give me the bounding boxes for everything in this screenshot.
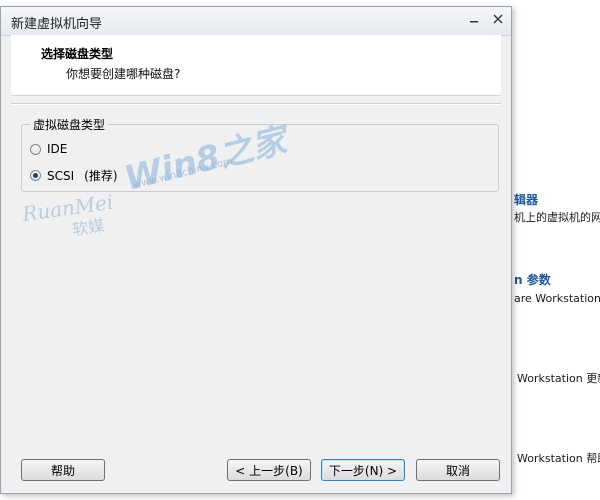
minimize-button[interactable] (463, 11, 485, 29)
background-text-network: 机上的虚拟机的网 (514, 211, 600, 224)
page-subtitle: 你想要创建哪种磁盘? (66, 67, 181, 81)
dialog-title: 新建虚拟机向导 (11, 17, 103, 32)
disk-type-group: 虚拟磁盘类型 IDE SCSI (推荐) (21, 116, 499, 192)
option-ide[interactable]: IDE (30, 142, 67, 156)
background-text-help: Workstation 帮助 (517, 452, 600, 465)
next-button[interactable]: 下一步(N) > (321, 459, 405, 481)
button-bar: 帮助 < 上一步(B) 下一步(N) > 取消 (11, 455, 501, 487)
option-scsi[interactable]: SCSI (推荐) (30, 167, 118, 184)
background-text-settings: are Workstation 设 (514, 292, 600, 305)
background-heading-params: n 参数 (514, 273, 551, 287)
wizard-header: 选择磁盘类型 你想要创建哪种磁盘? (11, 35, 501, 96)
close-icon (493, 14, 503, 24)
background-heading-editor: 辑器 (514, 193, 539, 207)
cancel-button[interactable]: 取消 (416, 459, 500, 481)
background-text-update: Workstation 更新 (517, 372, 600, 385)
radio-scsi[interactable] (30, 170, 41, 181)
radio-ide[interactable] (30, 143, 41, 155)
close-button[interactable] (487, 11, 509, 29)
option-ide-label: IDE (47, 142, 68, 156)
minimize-icon (470, 21, 478, 23)
page-title: 选择磁盘类型 (41, 47, 114, 61)
header-divider (11, 103, 501, 105)
option-scsi-label: SCSI (47, 168, 75, 183)
title-bar[interactable]: 新建虚拟机向导 (1, 7, 511, 36)
new-vm-wizard-dialog: 新建虚拟机向导 选择磁盘类型 你想要创建哪种磁盘? 虚拟磁盘类型 IDE SCS… (0, 6, 512, 494)
recommended-note: (推荐) (84, 169, 118, 183)
group-label: 虚拟磁盘类型 (30, 116, 109, 133)
help-button[interactable]: 帮助 (21, 459, 105, 481)
back-button[interactable]: < 上一步(B) (227, 459, 311, 481)
